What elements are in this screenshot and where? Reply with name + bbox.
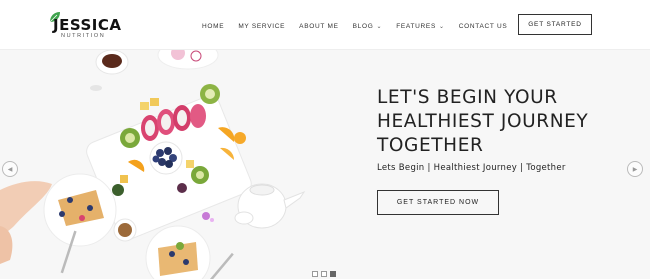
food-platter-image: [0, 50, 306, 279]
arrow-right-icon[interactable]: ▶: [627, 161, 643, 177]
hero-title: LET'S BEGIN YOUR HEALTHIEST JOURNEY TOGE…: [377, 87, 589, 156]
site-header: JESSICA NUTRITION HOME MY SERVICE ABOUT …: [0, 0, 650, 50]
chevron-down-icon: ⌄: [439, 23, 445, 30]
brand-logo[interactable]: JESSICA NUTRITION: [49, 11, 129, 41]
nav-item-blog[interactable]: BLOG ⌄: [353, 23, 383, 30]
nav-label: ABOUT ME: [299, 22, 339, 30]
nav-label: BLOG: [352, 22, 374, 30]
nav-item-home[interactable]: HOME: [202, 23, 224, 30]
main-nav: HOME MY SERVICE ABOUT ME BLOG ⌄ FEATURES ⌄…: [202, 20, 521, 32]
slider-dot-active[interactable]: [330, 271, 336, 277]
nav-item-my-service[interactable]: MY SERVICE: [238, 23, 285, 30]
arrow-left-icon[interactable]: ◀: [2, 161, 18, 177]
hero-subtitle: Lets Begin | Healthiest Journey | Togeth…: [377, 163, 566, 173]
get-started-button[interactable]: GET STARTED: [518, 14, 592, 35]
get-started-now-button[interactable]: GET STARTED NOW: [377, 190, 499, 215]
slider-dot[interactable]: [312, 271, 318, 277]
nav-label: HOME: [202, 22, 225, 30]
nav-label: MY SERVICE: [238, 22, 286, 30]
nav-label: FEATURES: [396, 22, 437, 30]
nav-label: CONTACT US: [458, 22, 508, 30]
slider-dots: [312, 271, 339, 277]
brand-tagline: NUTRITION: [61, 33, 106, 39]
brand-name: JESSICA: [53, 16, 122, 34]
slider-dot[interactable]: [321, 271, 327, 277]
chevron-down-icon: ⌄: [376, 23, 383, 30]
nav-item-about-me[interactable]: ABOUT ME: [299, 23, 338, 30]
nav-item-features[interactable]: FEATURES ⌄: [396, 23, 445, 30]
nav-item-contact-us[interactable]: CONTACT US: [459, 23, 508, 30]
hero-slider: LET'S BEGIN YOUR HEALTHIEST JOURNEY TOGE…: [0, 50, 650, 279]
